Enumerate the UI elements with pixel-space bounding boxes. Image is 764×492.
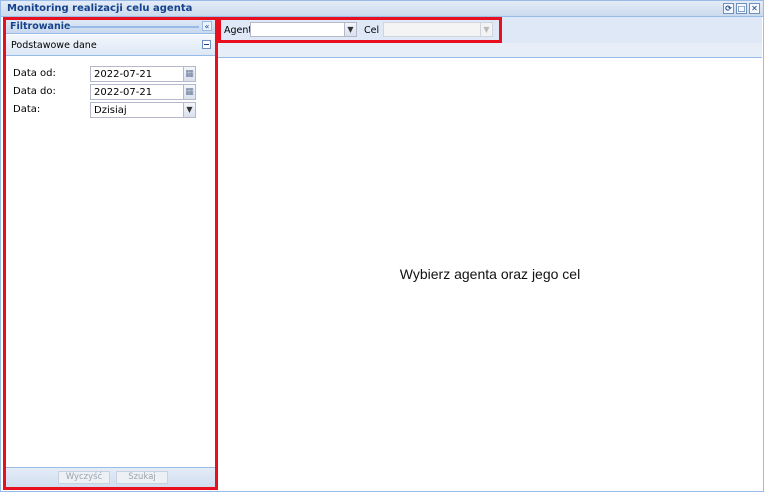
calendar-icon[interactable]: ▦ xyxy=(183,85,195,99)
filter-panel-header: Filtrowanie « xyxy=(6,20,215,34)
goal-select[interactable]: ▼ xyxy=(383,22,493,37)
chevron-down-icon[interactable]: ▼ xyxy=(183,103,195,117)
main-divider xyxy=(218,57,762,58)
date-preset-select[interactable]: Dzisiaj ▼ xyxy=(90,102,196,118)
date-to-row: Data do: 2022-07-21 ▦ xyxy=(13,84,203,100)
filter-panel: Filtrowanie « Podstawowe dane Data od: 2… xyxy=(3,17,218,490)
filter-panel-footer: Wyczyść Szukaj xyxy=(6,467,215,487)
header-divider xyxy=(66,26,199,28)
filter-panel-title: Filtrowanie xyxy=(10,21,71,32)
collapse-left-icon[interactable]: « xyxy=(202,21,212,31)
date-to-label: Data do: xyxy=(13,86,56,97)
date-to-value: 2022-07-21 xyxy=(94,87,153,98)
date-preset-value: Dzisiaj xyxy=(94,105,127,116)
section-basic-data[interactable]: Podstawowe dane xyxy=(6,35,215,56)
date-from-field[interactable]: 2022-07-21 ▦ xyxy=(90,66,196,82)
toolbar-background xyxy=(502,17,762,43)
search-button[interactable]: Szukaj xyxy=(116,471,168,484)
agent-select[interactable]: ▼ xyxy=(250,22,357,37)
agent-label: Agent xyxy=(224,25,253,36)
date-from-label: Data od: xyxy=(13,68,56,79)
calendar-icon[interactable]: ▦ xyxy=(183,67,195,81)
clear-button[interactable]: Wyczyść xyxy=(58,471,110,484)
date-from-row: Data od: 2022-07-21 ▦ xyxy=(13,66,203,82)
date-preset-label: Data: xyxy=(13,104,41,115)
chevron-down-icon[interactable]: ▼ xyxy=(344,23,356,36)
agent-goal-toolbar: Agent ▼ Cel ▼ xyxy=(218,17,502,43)
chevron-down-icon[interactable]: ▼ xyxy=(480,23,492,36)
main-header-strip xyxy=(218,43,762,57)
empty-state-message: Wybierz agenta oraz jego cel xyxy=(399,266,581,282)
maximize-icon[interactable]: □ xyxy=(736,3,747,14)
collapse-section-icon[interactable] xyxy=(202,40,211,49)
date-preset-row: Data: Dzisiaj ▼ xyxy=(13,102,203,118)
date-to-field[interactable]: 2022-07-21 ▦ xyxy=(90,84,196,100)
window-titlebar: Monitoring realizacji celu agenta ⟳ □ ✕ xyxy=(1,1,763,17)
goal-label: Cel xyxy=(364,25,380,36)
refresh-icon[interactable]: ⟳ xyxy=(723,3,734,14)
window-tools: ⟳ □ ✕ xyxy=(723,3,760,14)
date-from-value: 2022-07-21 xyxy=(94,69,153,80)
section-title: Podstawowe dane xyxy=(11,40,97,51)
close-icon[interactable]: ✕ xyxy=(749,3,760,14)
window-title: Monitoring realizacji celu agenta xyxy=(7,3,193,14)
